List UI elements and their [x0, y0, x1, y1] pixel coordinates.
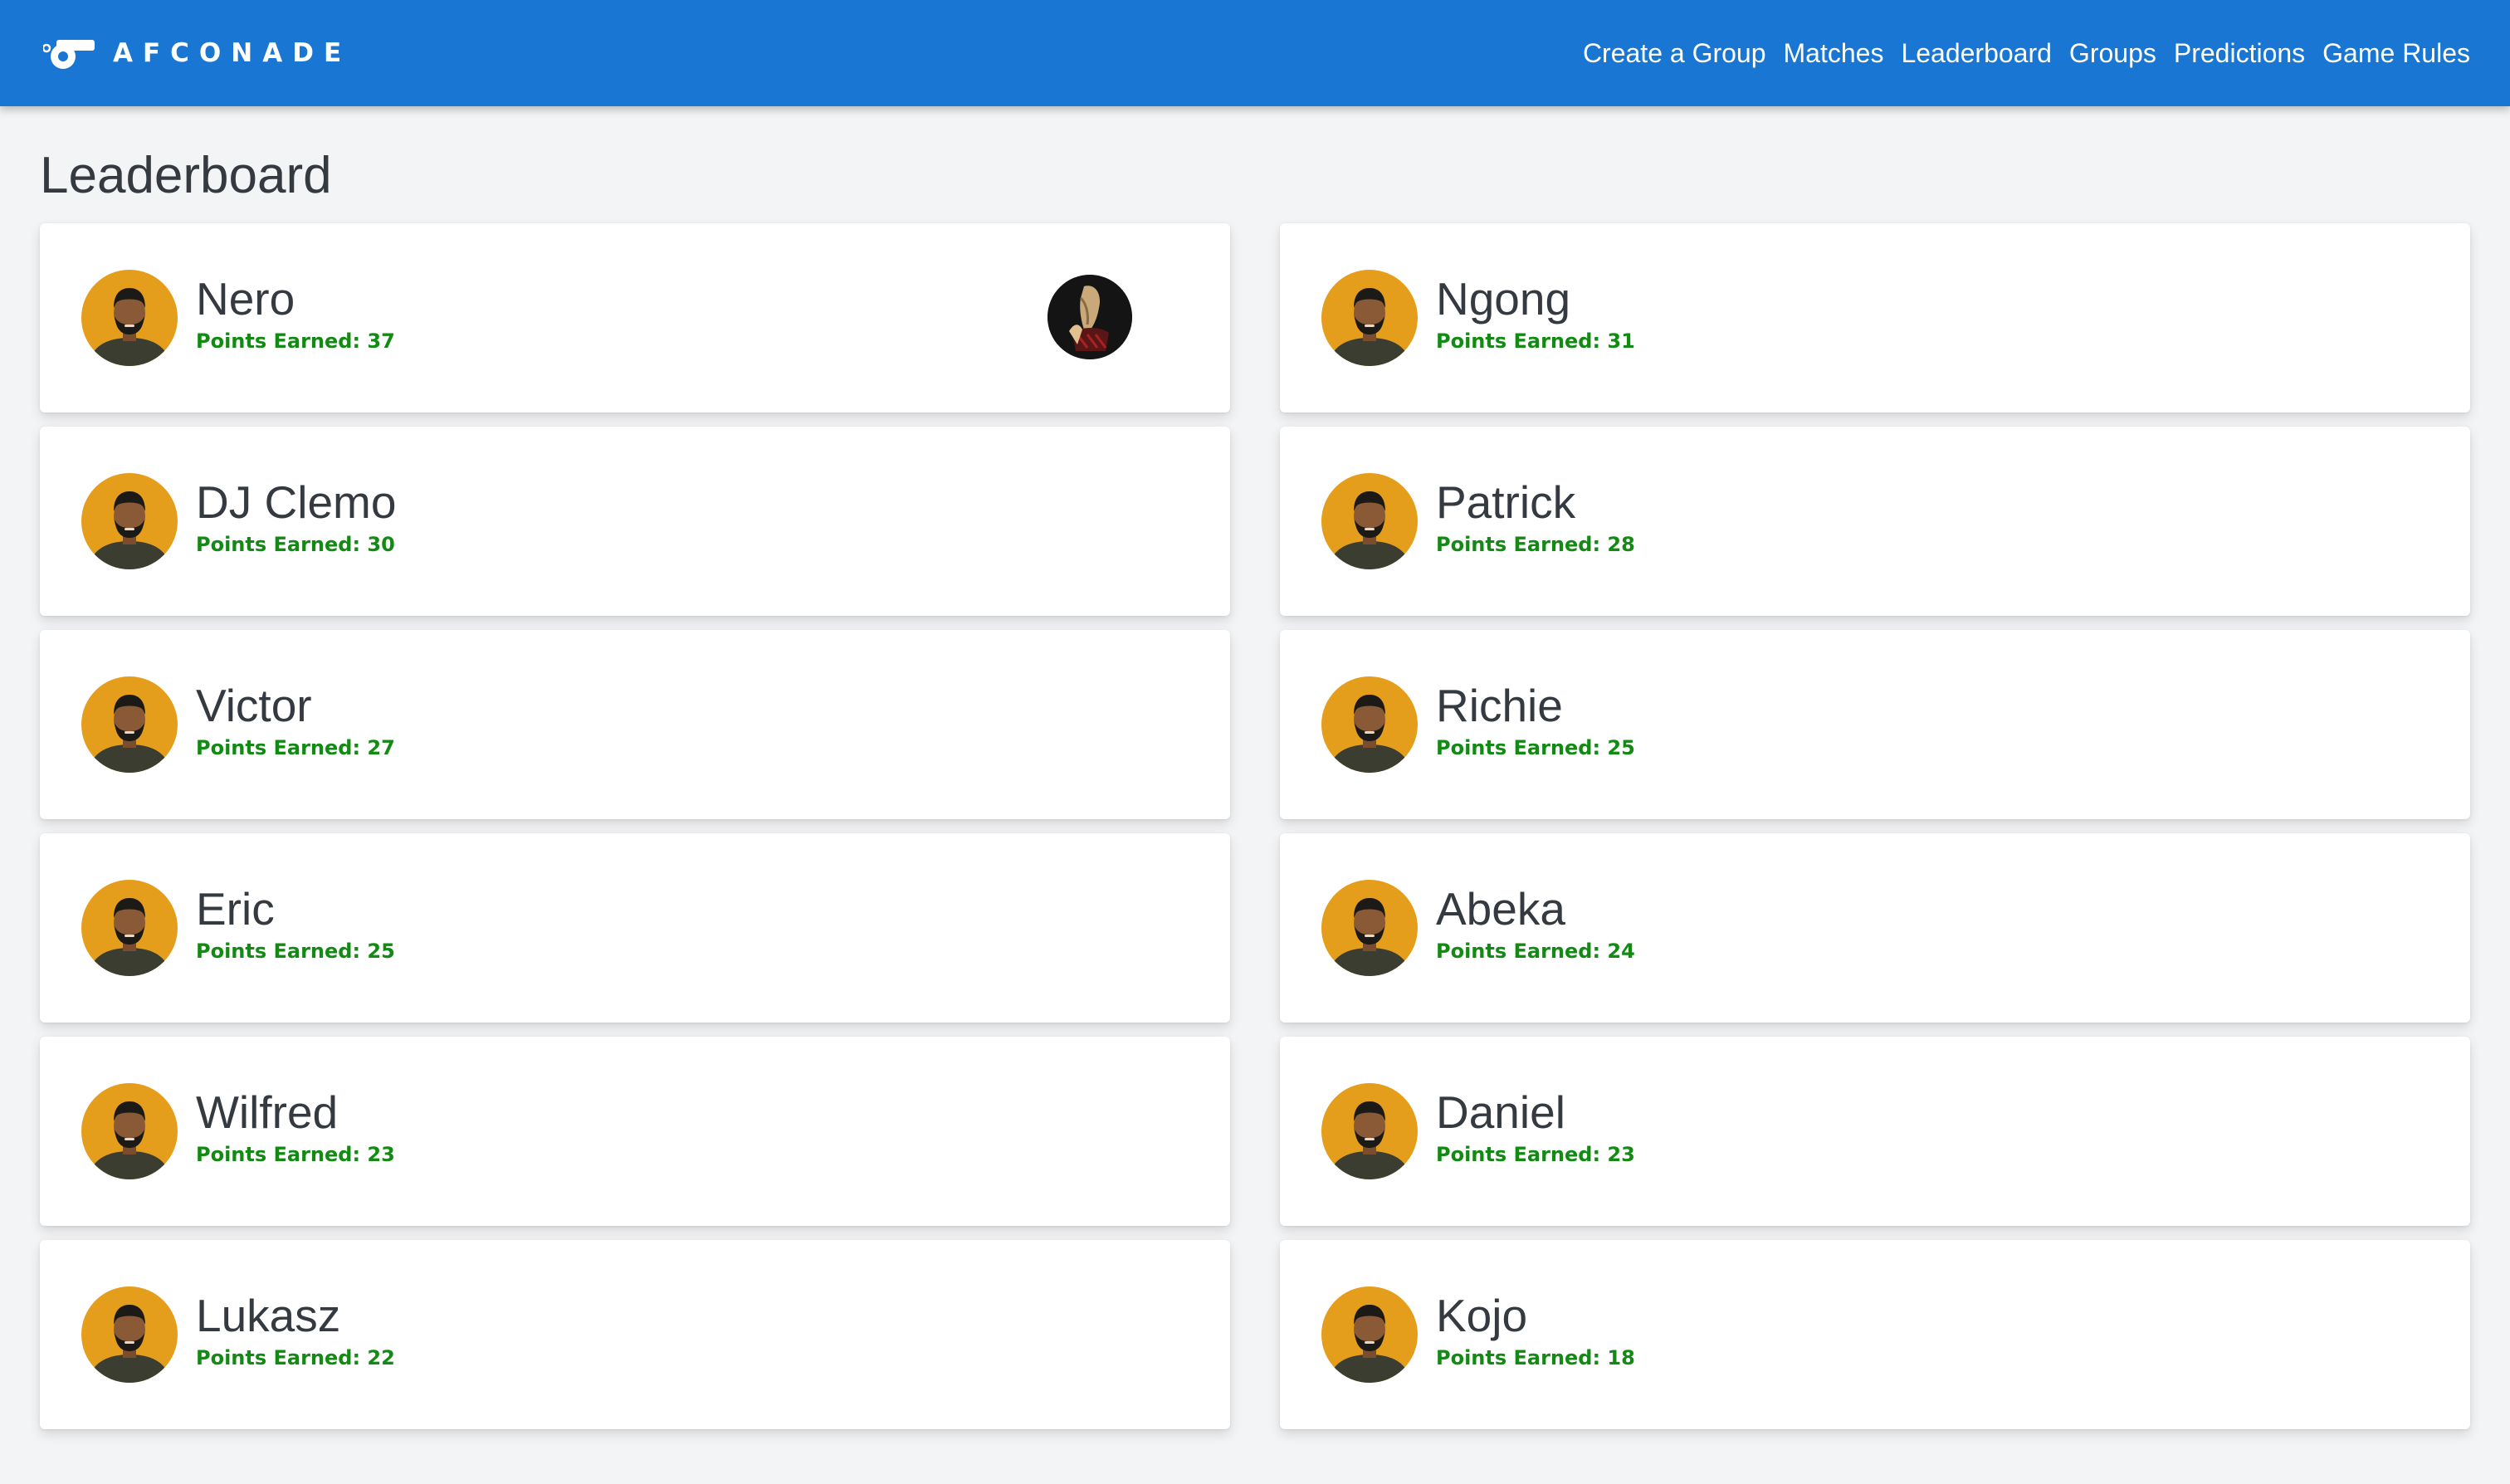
nav-create-group[interactable]: Create a Group: [1583, 38, 1766, 69]
player-name: Kojo: [1436, 1290, 1528, 1342]
points-earned: Points Earned: 28: [1436, 532, 1635, 556]
avatar-icon: [81, 676, 178, 773]
nav-groups[interactable]: Groups: [2069, 38, 2156, 69]
player-info: Ngong Points Earned: 31: [1436, 273, 1635, 352]
player-card[interactable]: Nero Points Earned: 37: [40, 223, 1230, 412]
points-earned: Points Earned: 25: [196, 939, 395, 963]
player-name: Eric: [196, 883, 275, 935]
player-card[interactable]: Patrick Points Earned: 28: [1280, 427, 2470, 616]
player-name: Wilfred: [196, 1086, 339, 1139]
points-earned: Points Earned: 30: [196, 532, 395, 556]
points-earned: Points Earned: 23: [1436, 1142, 1635, 1166]
player-info: Nero Points Earned: 37: [196, 273, 395, 352]
avatar-icon: [81, 1083, 178, 1179]
leaderboard-grid: Nero Points Earned: 37 Ngong Points Earn…: [40, 223, 2470, 1429]
points-earned: Points Earned: 24: [1436, 939, 1635, 963]
brand-link[interactable]: AFCONADE: [43, 37, 351, 70]
avatar-icon: [1321, 880, 1418, 976]
avatar-icon: [81, 473, 178, 569]
player-name: Ngong: [1436, 273, 1571, 325]
points-earned: Points Earned: 23: [196, 1142, 395, 1166]
avatar-icon: [1321, 1286, 1418, 1383]
player-name: Richie: [1436, 680, 1563, 732]
player-name: Patrick: [1436, 476, 1576, 529]
player-info: Daniel Points Earned: 23: [1436, 1086, 1635, 1165]
nav-leaderboard[interactable]: Leaderboard: [1901, 38, 2051, 69]
whistle-icon: [43, 40, 95, 69]
avatar-icon: [1321, 473, 1418, 569]
player-info: Victor Points Earned: 27: [196, 680, 395, 759]
player-name: Victor: [196, 680, 312, 732]
player-info: Lukasz Points Earned: 22: [196, 1290, 395, 1369]
player-card[interactable]: Eric Points Earned: 25: [40, 833, 1230, 1023]
player-name: DJ Clemo: [196, 476, 397, 529]
player-name: Lukasz: [196, 1290, 341, 1342]
player-info: DJ Clemo Points Earned: 30: [196, 476, 396, 555]
avatar-icon: [81, 270, 178, 366]
avatar-icon: [81, 1286, 178, 1383]
points-earned: Points Earned: 25: [1436, 735, 1635, 759]
nav-game-rules[interactable]: Game Rules: [2322, 38, 2470, 69]
player-info: Kojo Points Earned: 18: [1436, 1290, 1635, 1369]
navbar: AFCONADE Create a Group Matches Leaderbo…: [0, 0, 2510, 106]
player-card[interactable]: Lukasz Points Earned: 22: [40, 1240, 1230, 1429]
points-earned: Points Earned: 37: [196, 329, 395, 353]
player-card[interactable]: Richie Points Earned: 25: [1280, 630, 2470, 819]
points-earned: Points Earned: 22: [196, 1345, 395, 1369]
avatar-icon: [1321, 676, 1418, 773]
trophy-badge-icon: [1047, 275, 1132, 359]
player-info: Wilfred Points Earned: 23: [196, 1086, 395, 1165]
avatar-icon: [1321, 270, 1418, 366]
player-card[interactable]: Wilfred Points Earned: 23: [40, 1037, 1230, 1226]
brand-name: AFCONADE: [113, 38, 352, 68]
page-title: Leaderboard: [40, 147, 332, 204]
player-info: Patrick Points Earned: 28: [1436, 476, 1635, 555]
player-card[interactable]: Kojo Points Earned: 18: [1280, 1240, 2470, 1429]
points-earned: Points Earned: 18: [1436, 1345, 1635, 1369]
player-info: Abeka Points Earned: 24: [1436, 883, 1635, 962]
nav-predictions[interactable]: Predictions: [2174, 38, 2305, 69]
avatar-icon: [1321, 1083, 1418, 1179]
player-name: Nero: [196, 273, 295, 325]
player-card[interactable]: Ngong Points Earned: 31: [1280, 223, 2470, 412]
player-info: Richie Points Earned: 25: [1436, 680, 1635, 759]
player-card[interactable]: Daniel Points Earned: 23: [1280, 1037, 2470, 1226]
nav-matches[interactable]: Matches: [1784, 38, 1884, 69]
player-card[interactable]: DJ Clemo Points Earned: 30: [40, 427, 1230, 616]
player-card[interactable]: Abeka Points Earned: 24: [1280, 833, 2470, 1023]
avatar-icon: [81, 880, 178, 976]
nav-menu: Create a Group Matches Leaderboard Group…: [1565, 38, 2470, 69]
points-earned: Points Earned: 27: [196, 735, 395, 759]
player-info: Eric Points Earned: 25: [196, 883, 395, 962]
player-name: Daniel: [1436, 1086, 1565, 1139]
player-card[interactable]: Victor Points Earned: 27: [40, 630, 1230, 819]
player-name: Abeka: [1436, 883, 1565, 935]
points-earned: Points Earned: 31: [1436, 329, 1635, 353]
